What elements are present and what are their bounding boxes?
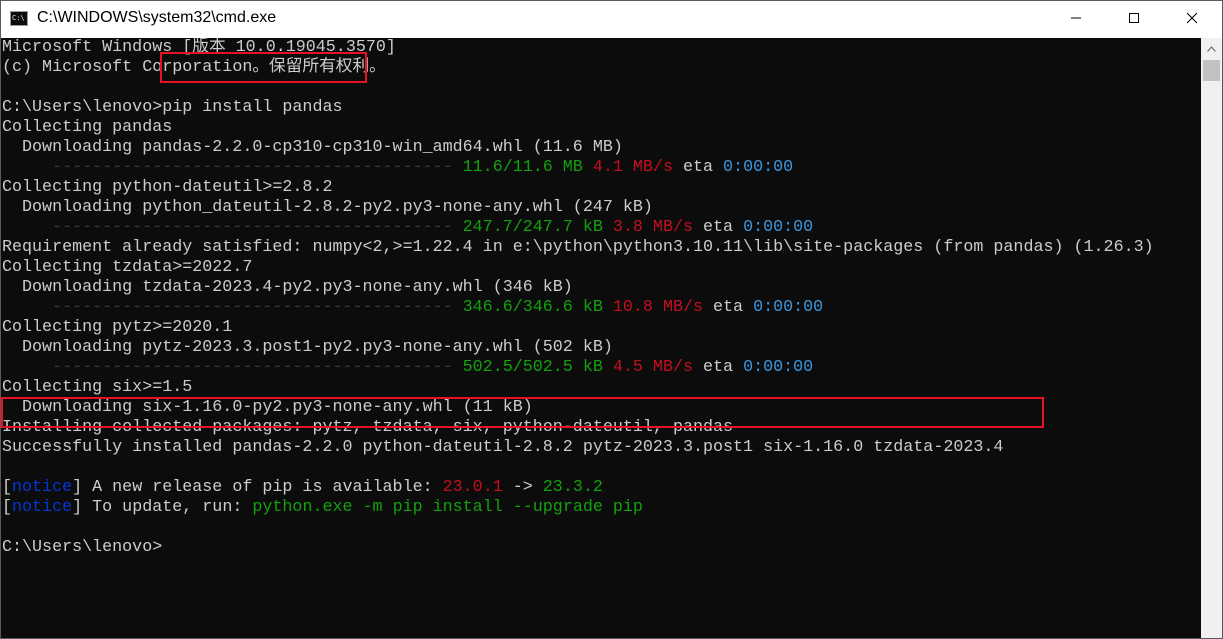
- console-text: [: [2, 478, 13, 497]
- console-text: Collecting python-dateutil>=2.8.2: [2, 178, 333, 197]
- console-text: 4.5 MB/s: [612, 358, 693, 377]
- console-text: 10.8 MB/s: [612, 298, 704, 317]
- console-text: 0:00:00: [743, 358, 814, 377]
- console-text: eta: [693, 218, 744, 237]
- minimize-icon: [1070, 11, 1082, 29]
- success-highlight-box: [1, 397, 1044, 428]
- console-text: 11.6/11.6 MB: [462, 158, 583, 177]
- console-text: Collecting pandas: [2, 118, 173, 137]
- console-text: 23.3.2: [542, 478, 603, 497]
- console-text: ----------------------------------------: [2, 158, 463, 177]
- console-line: Collecting pandas: [2, 118, 172, 138]
- maximize-icon: [1128, 11, 1140, 29]
- console-line: Downloading pytz-2023.3.post1-py2.py3-no…: [2, 338, 613, 358]
- console-text: 23.0.1: [442, 478, 503, 497]
- console-text: 0:00:00: [723, 158, 794, 177]
- maximize-button[interactable]: [1105, 1, 1163, 38]
- console-text: Downloading pytz-2023.3.post1-py2.py3-no…: [2, 338, 613, 357]
- console-line: Downloading pandas-2.2.0-cp310-cp310-win…: [2, 138, 623, 158]
- console-line: ----------------------------------------…: [2, 158, 793, 178]
- console-text: C:\Users\lenovo>: [2, 538, 163, 557]
- console-line: Downloading python_dateutil-2.8.2-py2.py…: [2, 198, 653, 218]
- console-text: ] A new release of pip is available:: [72, 478, 443, 497]
- window-title: C:\WINDOWS\system32\cmd.exe: [37, 9, 277, 26]
- console-text: Collecting tzdata>=2022.7: [2, 258, 253, 277]
- console-text: ----------------------------------------: [2, 218, 463, 237]
- console-text: [: [2, 498, 13, 517]
- chevron-up-icon: [1207, 39, 1216, 57]
- console-text: ----------------------------------------: [2, 298, 463, 317]
- console-line: C:\Users\lenovo>: [2, 538, 162, 558]
- console-line: Collecting pytz>=2020.1: [2, 318, 232, 338]
- console-text: 502.5/502.5 kB: [462, 358, 603, 377]
- vertical-scrollbar[interactable]: [1201, 38, 1222, 638]
- console-text: eta: [703, 298, 754, 317]
- console-line: Collecting six>=1.5: [2, 378, 192, 398]
- console-text: Downloading pandas-2.2.0-cp310-cp310-win…: [2, 138, 623, 157]
- console-text: notice: [12, 478, 73, 497]
- console-text: 4.1 MB/s: [592, 158, 673, 177]
- console-text: Successfully installed pandas-2.2.0 pyth…: [2, 438, 1004, 457]
- scroll-up-button[interactable]: [1201, 38, 1222, 58]
- console-text: 3.8 MB/s: [612, 218, 693, 237]
- console-text: ->: [502, 478, 543, 497]
- console-line: Downloading tzdata-2023.4-py2.py3-none-a…: [2, 278, 573, 298]
- title-bar[interactable]: C:\ C:\WINDOWS\system32\cmd.exe: [1, 1, 1222, 38]
- minimize-button[interactable]: [1047, 1, 1105, 38]
- close-icon: [1186, 11, 1198, 29]
- console-line: ----------------------------------------…: [2, 358, 813, 378]
- cmd-window: C:\ C:\WINDOWS\system32\cmd.exe Microsof…: [0, 0, 1223, 639]
- scrollbar-thumb[interactable]: [1203, 60, 1220, 81]
- console-text: 0:00:00: [743, 218, 814, 237]
- console-line: ----------------------------------------…: [2, 218, 813, 238]
- console-text: 346.6/346.6 kB: [462, 298, 603, 317]
- console-text: eta: [693, 358, 744, 377]
- console-text: Collecting pytz>=2020.1: [2, 318, 233, 337]
- console-line: [notice] To update, run: python.exe -m p…: [2, 498, 643, 518]
- console-line: C:\Users\lenovo>pip install pandas: [2, 98, 342, 118]
- console-text: notice: [12, 498, 73, 517]
- console-output[interactable]: Microsoft Windows [版本 10.0.19045.3570] (c…: [1, 38, 1201, 638]
- console-line: Collecting python-dateutil>=2.8.2: [2, 178, 332, 198]
- console-text: C:\Users\lenovo>pip install pandas: [2, 98, 343, 117]
- console-text: ] To update, run:: [72, 498, 253, 517]
- console-text: Downloading tzdata-2023.4-py2.py3-none-a…: [2, 278, 573, 297]
- console-line: [notice] A new release of pip is availab…: [2, 478, 603, 498]
- console-text: eta: [672, 158, 724, 177]
- console-text: Downloading python_dateutil-2.8.2-py2.py…: [2, 198, 653, 217]
- close-button[interactable]: [1163, 1, 1221, 38]
- console-text: Collecting six>=1.5: [2, 378, 193, 397]
- console-line: Requirement already satisfied: numpy<2,>…: [2, 238, 1154, 258]
- console-line: Successfully installed pandas-2.2.0 pyth…: [2, 438, 1003, 458]
- console-line: ----------------------------------------…: [2, 298, 823, 318]
- console-text: 247.7/247.7 kB: [462, 218, 603, 237]
- cmd-app-icon[interactable]: C:\: [10, 11, 28, 26]
- console-line: Collecting tzdata>=2022.7: [2, 258, 252, 278]
- command-highlight-box: [160, 52, 367, 83]
- console-text: ----------------------------------------: [2, 358, 463, 377]
- console-text: 0:00:00: [753, 298, 824, 317]
- console-text: Requirement already satisfied: numpy<2,>…: [2, 238, 1154, 257]
- console-text: python.exe -m pip install --upgrade pip: [252, 498, 643, 517]
